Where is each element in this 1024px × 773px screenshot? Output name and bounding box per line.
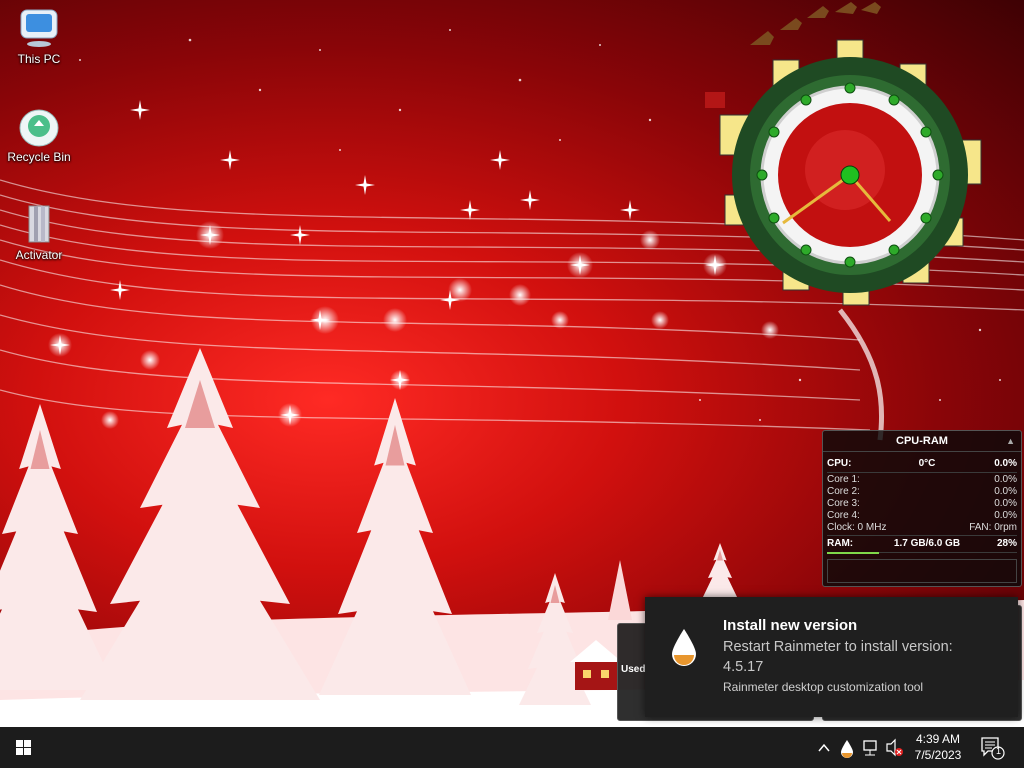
cpu-percent: 0.0% — [994, 458, 1017, 469]
start-button[interactable] — [0, 727, 47, 768]
rainmeter-drop-icon — [669, 627, 699, 667]
desktop-icon-activator[interactable]: Activator — [3, 202, 75, 262]
christmas-clock-widget[interactable] — [695, 0, 1005, 315]
toast-notification[interactable]: Install new version Restart Rainmeter to… — [645, 597, 1018, 717]
core-row: Core 2: 0.0% — [827, 486, 1017, 498]
core-label: Core 2: — [827, 486, 860, 497]
used-label: Used — [621, 664, 646, 675]
widget-title: CPU-RAM ▲ — [823, 431, 1021, 452]
collapse-icon[interactable]: ▲ — [1006, 431, 1015, 451]
core-row: Core 3: 0.0% — [827, 498, 1017, 510]
toast-body: Restart Rainmeter to install version: 4.… — [723, 639, 953, 675]
core-value: 0.0% — [994, 510, 1017, 521]
network-icon — [863, 740, 877, 756]
ram-usage-bar — [827, 552, 879, 554]
ram-row: RAM: 1.7 GB/6.0 GB 28% — [827, 538, 1017, 550]
core-row: Core 1: 0.0% — [827, 474, 1017, 486]
core-label: Core 3: — [827, 498, 860, 509]
cpu-row: CPU: 0°C 0.0% — [827, 458, 1017, 470]
ram-percent: 28% — [996, 538, 1017, 549]
drop-icon — [841, 740, 853, 758]
desktop-icon-label: Activator — [15, 248, 63, 262]
ram-bar-track — [879, 552, 1017, 553]
core-label: Core 4: — [827, 510, 860, 521]
cpu-clock: Clock: 0 MHz — [827, 522, 887, 533]
speaker-muted-icon — [886, 738, 903, 757]
desktop-icon-recycle-bin[interactable]: Recycle Bin — [3, 104, 75, 164]
clock-fan-row: Clock: 0 MHz FAN: 0rpm — [827, 522, 1017, 534]
core-value: 0.0% — [994, 486, 1017, 497]
cpu-ram-widget[interactable]: CPU-RAM ▲ CPU: 0°C 0.0% Core 1: 0.0% Cor… — [822, 430, 1022, 587]
desktop-icon-this-pc[interactable]: This PC — [3, 6, 75, 66]
action-center-button[interactable]: 1 — [978, 735, 1006, 761]
windows-logo-icon — [16, 740, 31, 755]
taskbar: 4:39 AM 7/5/2023 1 — [0, 727, 1024, 768]
taskbar-clock[interactable]: 4:39 AM 7/5/2023 — [905, 731, 971, 763]
ram-value: 1.7 GB/6.0 GB — [893, 538, 961, 549]
desktop-icon-label: This PC — [17, 52, 61, 66]
recycle-bin-icon — [17, 104, 61, 148]
cpu-temp: 0°C — [918, 458, 936, 469]
show-hidden-icons-button[interactable] — [815, 727, 833, 768]
ram-graph — [827, 559, 1017, 583]
core-label: Core 1: — [827, 474, 860, 485]
fan-speed: FAN: 0rpm — [969, 522, 1017, 533]
toast-title: Install new version — [723, 617, 858, 634]
desktop-icon-label: Recycle Bin — [7, 150, 71, 164]
core-value: 0.0% — [994, 498, 1017, 509]
network-tray-icon[interactable] — [861, 727, 881, 768]
computer-icon — [17, 6, 61, 50]
toast-app-name: Rainmeter desktop customization tool — [723, 680, 924, 694]
clock-time: 4:39 AM — [915, 732, 961, 746]
widget-title-text: CPU-RAM — [896, 435, 948, 447]
notification-count: 1 — [995, 746, 1001, 756]
chevron-up-icon — [818, 743, 830, 752]
winrar-archive-icon — [17, 202, 61, 246]
clock-date: 7/5/2023 — [914, 748, 962, 762]
divider — [827, 535, 1017, 536]
cpu-bar — [827, 472, 1017, 473]
core-row: Core 4: 0.0% — [827, 510, 1017, 522]
volume-tray-icon[interactable] — [884, 727, 904, 768]
rainmeter-tray-icon[interactable] — [838, 727, 856, 768]
cpu-label: CPU: — [827, 458, 852, 469]
core-value: 0.0% — [994, 474, 1017, 485]
ram-label: RAM: — [827, 538, 854, 549]
